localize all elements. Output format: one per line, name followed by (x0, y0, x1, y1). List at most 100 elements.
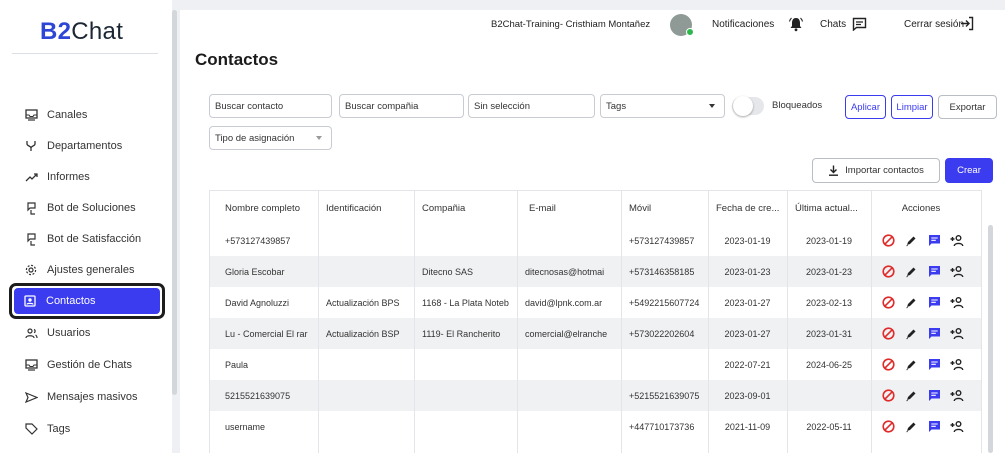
block-icon[interactable] (881, 234, 895, 248)
user-name[interactable]: B2Chat-Training- Cristhiam Montañez (491, 19, 650, 30)
column-divider (871, 191, 872, 453)
sidebar-item-label: Tags (47, 423, 71, 435)
column-header-mobile[interactable]: Móvil (621, 191, 708, 225)
chat-icon[interactable] (927, 358, 941, 372)
add-user-icon[interactable] (950, 389, 964, 403)
edit-icon[interactable] (904, 296, 918, 310)
no-selection-select[interactable]: Sin selección (468, 94, 595, 118)
download-icon (828, 165, 839, 176)
tags-select[interactable]: Tags (600, 94, 725, 118)
chat-icon[interactable] (852, 17, 867, 36)
sidebar-scrollbar[interactable] (172, 10, 177, 395)
sidebar-item-contactos[interactable]: Contactos (9, 283, 165, 319)
sidebar-item-tags[interactable]: Tags (14, 414, 162, 444)
sidebar-item-bot-satisfaccion[interactable]: Bot de Satisfacción (14, 224, 162, 254)
chat-icon[interactable] (927, 234, 941, 248)
add-user-icon[interactable] (950, 420, 964, 434)
bot-icon (24, 201, 38, 215)
block-icon[interactable] (881, 389, 895, 403)
column-header-created[interactable]: Fecha de cre... (708, 191, 787, 225)
clear-button[interactable]: Limpiar (891, 95, 933, 119)
chat-icon[interactable] (927, 420, 941, 434)
chat-icon[interactable] (927, 389, 941, 403)
sidebar-item-mensajes-masivos[interactable]: Mensajes masivos (14, 382, 162, 412)
table-row[interactable]: Paula 2022-07-21 2024-06-25 (210, 349, 981, 380)
edit-icon[interactable] (904, 234, 918, 248)
sidebar-item-label: Contactos (46, 295, 96, 307)
blocked-label: Bloqueados (772, 100, 823, 111)
cell-company: 1168 - La Plata Noteb (422, 297, 509, 308)
assignment-type-select[interactable]: Tipo de asignación (209, 126, 332, 150)
edit-icon[interactable] (904, 265, 918, 279)
logout-link[interactable]: Cerrar sesión (904, 19, 964, 30)
edit-icon[interactable] (904, 389, 918, 403)
apply-button[interactable]: Aplicar (845, 95, 886, 119)
blocked-toggle-knob[interactable] (733, 96, 753, 116)
edit-icon[interactable] (904, 420, 918, 434)
contacts-icon (23, 294, 37, 308)
edit-icon[interactable] (904, 327, 918, 341)
cell-created-date: 2022-07-21 (724, 359, 771, 370)
cell-mobile: +5215521639075 (629, 390, 700, 401)
sidebar-item-informes[interactable]: Informes (14, 162, 162, 192)
block-icon[interactable] (881, 265, 895, 279)
row-actions (874, 225, 974, 256)
sidebar-item-departamentos[interactable]: Departamentos (14, 131, 162, 161)
cell-email: david@lpnk.com.ar (525, 297, 603, 308)
chat-icon[interactable] (927, 327, 941, 341)
send-icon (24, 390, 38, 404)
sidebar-item-gestion-chats[interactable]: Gestión de Chats (14, 350, 162, 380)
sidebar: B2Chat Canales Departamentos Informes Bo… (0, 0, 172, 453)
bell-icon[interactable] (788, 16, 804, 37)
table-row[interactable]: David Agnoluzzi Actualización BPS 1168 - L… (210, 287, 981, 318)
sidebar-item-ajustes[interactable]: Ajustes generales (14, 255, 162, 285)
block-icon[interactable] (881, 327, 895, 341)
block-icon[interactable] (881, 420, 895, 434)
column-header-company[interactable]: Compañia (414, 191, 517, 225)
chat-icon[interactable] (927, 265, 941, 279)
tags-select-label: Tags (606, 100, 627, 112)
search-contact-input[interactable]: Buscar contacto (209, 94, 332, 118)
add-user-icon[interactable] (950, 296, 964, 310)
add-user-icon[interactable] (950, 265, 964, 279)
column-header-id[interactable]: Identificación (318, 191, 414, 225)
tag-icon (24, 422, 38, 436)
block-icon[interactable] (881, 296, 895, 310)
table-row[interactable]: username +447710173736 2021-11-09 2022-05-1… (210, 411, 981, 442)
table-row[interactable]: Gloria Escobar Ditecno SAS ditecnosas@hotm… (210, 256, 981, 287)
sidebar-item-canales[interactable]: Canales (14, 100, 162, 130)
fork-icon (24, 139, 38, 153)
column-header-email[interactable]: E-mail (517, 191, 621, 225)
search-company-input[interactable]: Buscar compañia (339, 94, 464, 118)
create-button[interactable]: Crear (945, 158, 993, 183)
cell-name: 5215521639075 (225, 390, 291, 401)
row-actions (874, 318, 974, 349)
add-user-icon[interactable] (950, 327, 964, 341)
column-header-name[interactable]: Nombre completo (217, 191, 318, 225)
block-icon[interactable] (881, 358, 895, 372)
table-row[interactable]: Lu - Comercial El rar Actualización BSP 11… (210, 318, 981, 349)
import-contacts-button[interactable]: Importar contactos (812, 158, 940, 183)
table-row[interactable]: +573127439857 +573127439857 2023-01-19 2023… (210, 225, 981, 256)
add-user-icon[interactable] (950, 234, 964, 248)
cell-updated-date: 2022-05-11 (806, 421, 852, 432)
cell-identification (318, 225, 414, 256)
table-scrollbar[interactable] (988, 225, 993, 453)
column-divider (621, 191, 622, 453)
sidebar-item-bot-soluciones[interactable]: Bot de Soluciones (14, 193, 162, 223)
add-user-icon[interactable] (950, 358, 964, 372)
export-button[interactable]: Exportar (938, 95, 997, 119)
sidebar-item-usuarios[interactable]: Usuarios (14, 318, 162, 348)
notifications-link[interactable]: Notificaciones (712, 19, 774, 30)
cell-name: username (225, 421, 266, 432)
edit-icon[interactable] (904, 358, 918, 372)
import-contacts-label: Importar contactos (845, 165, 924, 176)
table-row[interactable]: 5215521639075 +5215521639075 2023-09-01 (210, 380, 981, 411)
cell-email (517, 349, 621, 380)
logout-icon[interactable] (960, 16, 974, 36)
brand-logo[interactable]: B2Chat (40, 18, 123, 46)
cell-identification (318, 256, 414, 287)
column-header-updated[interactable]: Última actual... (787, 191, 871, 225)
chat-icon[interactable] (927, 296, 941, 310)
chats-link[interactable]: Chats (820, 19, 846, 30)
